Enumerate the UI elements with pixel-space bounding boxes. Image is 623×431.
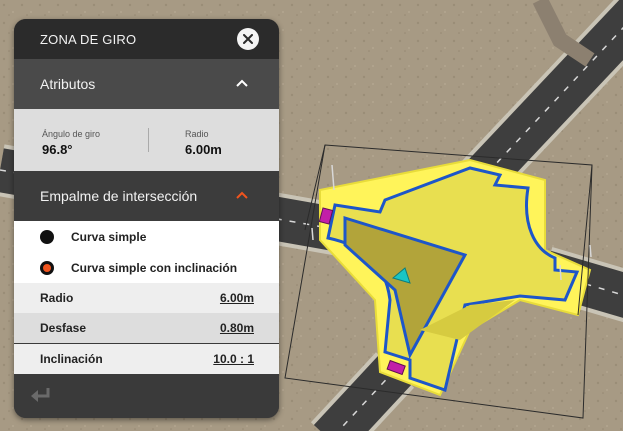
close-icon <box>243 34 253 44</box>
radio-icon[interactable] <box>40 260 54 275</box>
param-row-inclinacion: Inclinación 10.0 : 1 <box>14 344 279 374</box>
junction-header-label: Empalme de intersección <box>40 188 198 204</box>
attributes-divider <box>148 128 149 152</box>
junction-section-header[interactable]: Empalme de intersección <box>14 171 279 221</box>
option-label: Curva simple <box>71 229 147 244</box>
angle-label: Ángulo de giro <box>42 129 101 139</box>
param-value-inclinacion[interactable]: 10.0 : 1 <box>213 352 254 366</box>
radius-label: Radio <box>185 129 209 139</box>
param-value-desfase[interactable]: 0.80m <box>220 321 254 335</box>
chevron-up-icon <box>236 79 248 87</box>
angle-value: 96.8° <box>42 142 73 157</box>
panel-title-bar: ZONA DE GIRO <box>14 19 279 59</box>
radius-value: 6.00m <box>185 142 222 157</box>
attributes-section-header[interactable]: Atributos <box>14 59 279 109</box>
panel-title: ZONA DE GIRO <box>40 31 137 47</box>
close-button[interactable] <box>237 28 259 50</box>
turn-zone-panel: ZONA DE GIRO Atributos Ángulo de giro 96… <box>14 19 279 418</box>
chevron-up-icon <box>236 191 248 199</box>
param-row-radio: Radio 6.00m <box>14 283 279 313</box>
panel-footer <box>14 374 279 418</box>
radius-stat: Radio 6.00m <box>185 129 222 157</box>
attributes-header-label: Atributos <box>40 76 96 92</box>
param-row-desfase: Desfase 0.80m <box>14 313 279 343</box>
undo-icon[interactable] <box>28 384 52 406</box>
angle-stat: Ángulo de giro 96.8° <box>42 129 100 157</box>
param-label: Inclinación <box>40 352 103 366</box>
option-label: Curva simple con inclinación <box>71 260 238 275</box>
option-curva-simple[interactable]: Curva simple <box>14 221 279 252</box>
radio-icon[interactable] <box>40 229 54 244</box>
attributes-body: Ángulo de giro 96.8° Radio 6.00m <box>14 109 279 171</box>
param-label: Radio <box>40 291 74 305</box>
param-value-radio[interactable]: 6.00m <box>220 291 254 305</box>
option-curva-simple-inclinacion[interactable]: Curva simple con inclinación <box>14 252 279 283</box>
param-label: Desfase <box>40 321 87 335</box>
